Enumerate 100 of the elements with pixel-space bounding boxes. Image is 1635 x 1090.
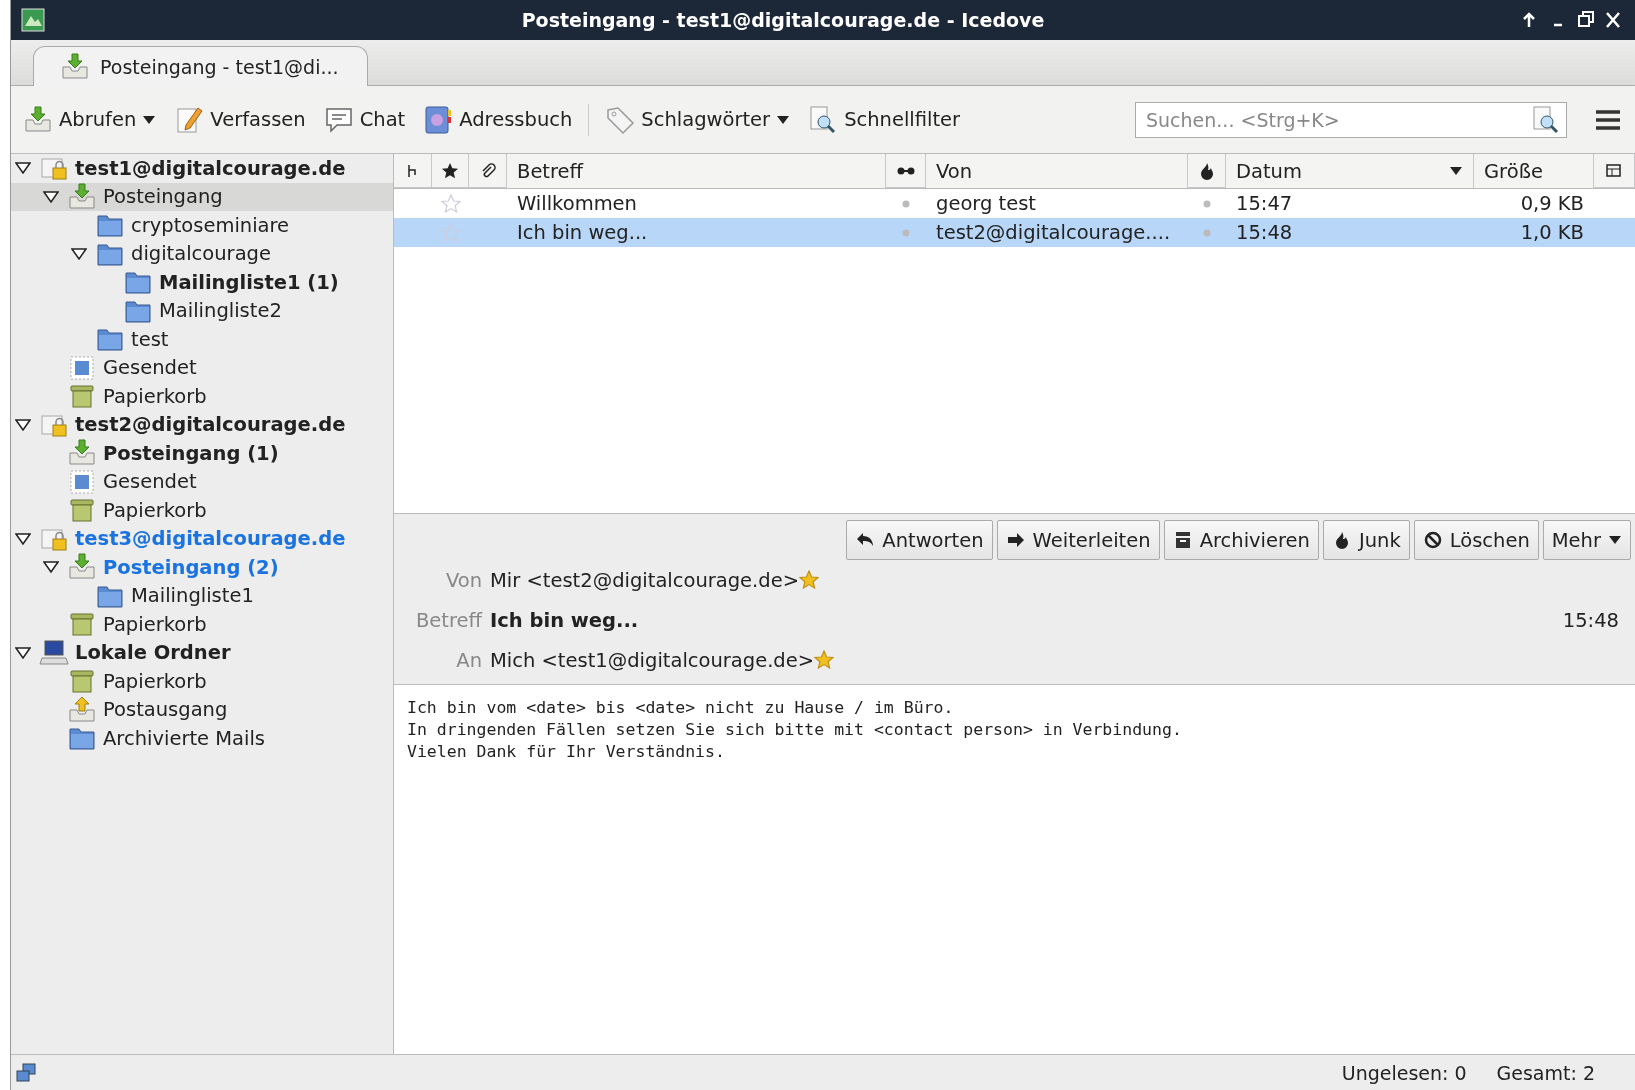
folder-row[interactable]: Posteingang (2) [11,553,393,582]
action-button[interactable]: Archivieren [1163,520,1319,560]
folder-label: Mailingliste2 [159,299,282,323]
column-header[interactable]: Betreff [507,154,886,188]
folder-row[interactable]: Gesendet [11,353,393,382]
expand-toggle-icon[interactable] [15,162,31,175]
date-cell-text: 15:48 [1235,221,1294,244]
action-button[interactable]: Junk [1322,520,1410,560]
toolbar-button[interactable]: Schnellfilter [806,100,963,139]
folder-row[interactable]: test3@digitalcourage.de [11,524,393,553]
recipient-address[interactable]: Mich <test1@digitalcourage.de> [490,648,815,672]
folder-row[interactable]: Mailingliste1 (1) [11,268,393,297]
column-header[interactable] [432,154,469,188]
toolbar-button[interactable]: Verfassen [172,100,308,139]
folder-label: Postausgang [103,698,228,722]
folder-row[interactable]: Papierkorb [11,382,393,411]
window-title: Posteingang - test1@digitalcourage.de - Icedove [520,9,1046,31]
unread-count: Ungelesen: 0 [1341,1061,1467,1084]
expand-toggle-icon[interactable] [43,561,59,574]
folder-row[interactable]: Lokale Ordner [11,638,393,667]
expand-toggle-icon[interactable] [15,646,31,659]
toolbar-button[interactable]: Chat [321,100,408,139]
toolbar-button[interactable]: Adressbuch [421,100,575,139]
expand-toggle-icon[interactable] [15,418,31,431]
folder-label: test3@digitalcourage.de [75,527,346,551]
folder-label: Posteingang [103,185,223,209]
tag-icon [605,104,636,135]
column-header[interactable] [886,154,926,188]
folder-row[interactable]: Papierkorb [11,496,393,525]
folder-row[interactable]: Postausgang [11,695,393,724]
column-header[interactable]: Von [926,154,1188,188]
folder-row[interactable]: cryptoseminiare [11,211,393,240]
column-header[interactable] [469,154,507,188]
folder-row[interactable]: test2@digitalcourage.de [11,410,393,439]
folder-label: Papierkorb [103,498,207,522]
toolbar-button[interactable]: Abrufen [21,100,159,139]
prohibited-icon [1422,530,1443,550]
folder-label: Gesendet [103,356,197,380]
online-status-icon[interactable] [15,1061,37,1084]
sender-cell-text: georg test [935,192,1037,215]
toolbar-button[interactable]: Schlagwörter [603,100,793,139]
star-icon[interactable] [440,193,461,214]
folder-row[interactable]: Gesendet [11,467,393,496]
caret-icon [1608,535,1622,545]
folder-row[interactable]: Mailingliste2 [11,296,393,325]
folder-row[interactable]: Papierkorb [11,610,393,639]
inbox-icon [23,104,53,135]
folder-label: Papierkorb [103,612,207,636]
folder-row[interactable]: test [11,325,393,354]
star-icon[interactable] [799,570,820,590]
folder-label: Posteingang (2) [103,555,279,579]
search-field[interactable]: Suchen... <Strg+K> [1135,101,1567,138]
caret-icon [776,114,791,125]
folder-label: Lokale Ordner [75,641,231,665]
folder-row[interactable]: Posteingang [11,182,393,211]
from-label: Von [444,568,482,592]
folder-row[interactable]: Mailingliste1 [11,581,393,610]
folder-row[interactable]: digitalcourage [11,239,393,268]
folder-label: Archivierte Mails [103,726,265,750]
column-header[interactable]: Größe [1474,154,1594,188]
action-button[interactable]: Löschen [1413,520,1539,560]
column-header[interactable] [1188,154,1226,188]
address-book-icon [423,104,454,135]
size-cell-text: 0,9 KB [1519,192,1585,215]
tab[interactable]: Posteingang - test1@di... [33,46,368,86]
folder-label: Gesendet [103,470,197,494]
star-icon[interactable] [440,222,461,243]
to-label: An [455,648,482,672]
folder-label: Posteingang (1) [103,441,279,465]
message-row[interactable]: Ich bin weg... test2@digitalcourage.... 15:48 1,0 KB [394,218,1635,247]
folder-label: cryptoseminiare [131,213,290,237]
folder-row[interactable]: Archivierte Mails [11,724,393,753]
folder-row[interactable]: test1@digitalcourage.de [11,154,393,183]
column-header[interactable] [394,154,432,188]
expand-toggle-icon[interactable] [15,532,31,545]
expand-toggle-icon[interactable] [71,247,87,260]
action-button[interactable]: Mehr [1542,520,1631,560]
computer-icon [39,637,69,668]
action-button[interactable]: Weiterleiten [996,520,1160,560]
app-icon [21,8,45,32]
subject-text: Ich bin weg... [490,608,639,632]
magnifier-icon [1531,104,1561,135]
column-header[interactable] [1594,154,1635,188]
message-time: 15:48 [1562,608,1619,632]
folder-label: test1@digitalcourage.de [75,156,346,180]
caret-icon [142,114,157,125]
folder-label: Papierkorb [103,669,207,693]
expand-toggle-icon[interactable] [43,190,59,203]
size-cell-text: 1,0 KB [1519,221,1585,244]
sort-caret-icon [1449,166,1463,176]
column-picker-icon [1606,162,1622,179]
sender-address[interactable]: Mir <test2@digitalcourage.de> [490,568,800,592]
outbox-icon [67,694,97,725]
action-button[interactable]: Antworten [846,520,993,560]
date-cell-text: 15:47 [1235,192,1294,215]
folder-row[interactable]: Papierkorb [11,667,393,696]
folder-label: Mailingliste1 [131,584,254,608]
star-icon[interactable] [814,650,835,670]
column-header[interactable]: Datum [1226,154,1474,188]
folder-row[interactable]: Posteingang (1) [11,439,393,468]
